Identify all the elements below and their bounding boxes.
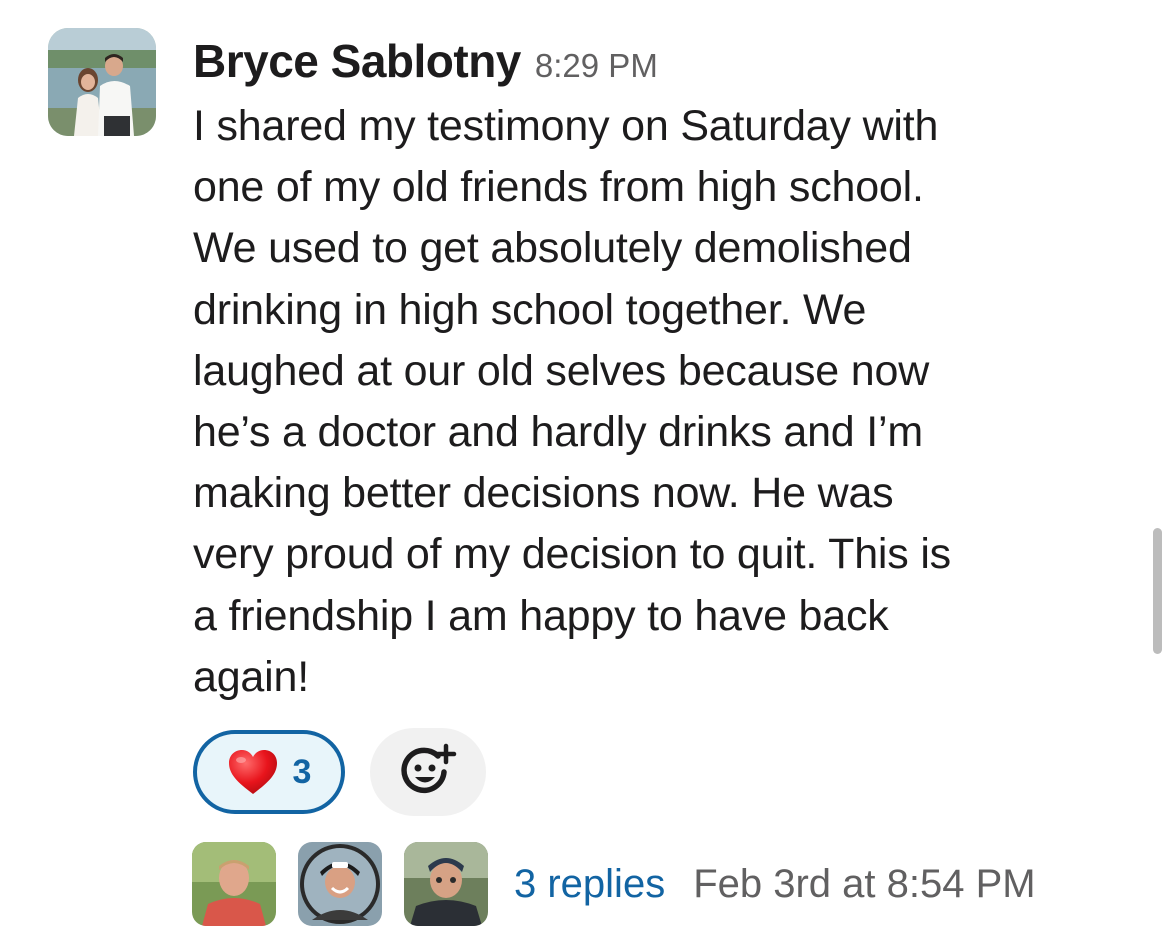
message-line: again! xyxy=(193,652,309,701)
message-line: I shared my testimony on Saturday with xyxy=(193,102,939,150)
thread-replies-link[interactable]: 3 replies xyxy=(514,862,665,907)
message-body: I shared my testimony on Saturday with o… xyxy=(193,96,1128,708)
author-name[interactable]: Bryce Sablotny xyxy=(193,34,521,88)
participant-avatar[interactable] xyxy=(404,842,488,926)
message: Bryce Sablotny 8:29 PM I shared my testi… xyxy=(0,0,1170,926)
message-line: one of my old friends from high school. xyxy=(193,163,924,212)
message-line: a friendship I am happy to have back xyxy=(193,591,889,640)
message-line: laughed at our old selves because now xyxy=(193,346,930,395)
heart-icon xyxy=(228,750,277,794)
add-reaction-icon xyxy=(401,743,457,794)
thread-last-reply-time: Feb 3rd at 8:54 PM xyxy=(693,861,1036,906)
message-line: drinking in high school together. We xyxy=(193,285,867,334)
heart-reaction-button[interactable]: 3 xyxy=(193,730,345,814)
message-timestamp[interactable]: 8:29 PM xyxy=(535,47,658,85)
participant-avatar[interactable] xyxy=(192,842,276,926)
message-line: he’s a doctor and hardly drinks and I’m xyxy=(193,408,923,457)
message-line: making better decisions now. He was xyxy=(193,469,894,518)
message-line: We used to get absolutely demolished xyxy=(193,224,912,273)
scrollbar[interactable] xyxy=(1153,528,1162,654)
participant-avatar[interactable] xyxy=(298,842,382,926)
message-header: Bryce Sablotny 8:29 PM xyxy=(193,34,658,88)
add-reaction-button[interactable] xyxy=(370,728,486,816)
author-avatar[interactable] xyxy=(48,28,156,136)
message-line: very proud of my decision to quit. This … xyxy=(193,530,951,579)
reaction-count: 3 xyxy=(292,752,312,791)
thread-summary[interactable]: 3 replies Feb 3rd at 8:54 PM xyxy=(192,842,1036,926)
